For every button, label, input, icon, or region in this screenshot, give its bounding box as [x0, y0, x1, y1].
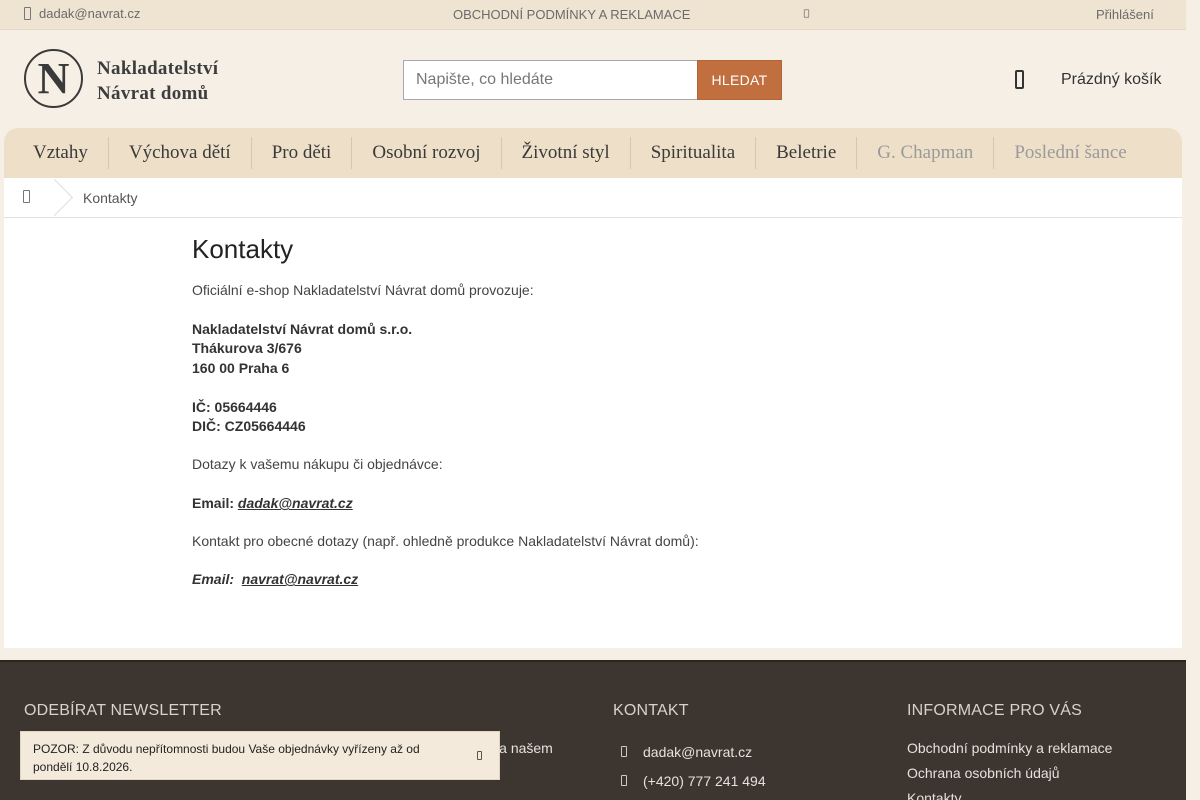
footer-link-contacts[interactable]: Kontakty [907, 790, 961, 800]
main-nav: Vztahy Výchova dětí Pro děti Osobní rozv… [4, 128, 1182, 178]
nav-item-zivotni-styl[interactable]: Životní styl [500, 137, 630, 169]
close-icon[interactable] [477, 751, 482, 760]
newsletter-title: ODEBÍRAT NEWSLETTER [24, 702, 222, 719]
intro-text: Oficiální e-shop Nakladatelství Návrat d… [192, 282, 534, 298]
search-form: HLEDAT [403, 60, 782, 100]
chevron-down-icon[interactable] [803, 9, 810, 18]
cart[interactable]: Prázdný košík [1015, 70, 1161, 89]
phone-icon [621, 775, 627, 786]
main-content: Kontakty Oficiální e-shop Nakladatelství… [4, 218, 1182, 648]
email-label: Email: [192, 495, 235, 511]
order-email-row: Email: dadak@navrat.cz [192, 495, 353, 511]
cart-label: Prázdný košík [1061, 71, 1162, 88]
footer-link-privacy[interactable]: Ochrana osobních údajů [907, 765, 1060, 781]
footer-link-terms[interactable]: Obchodní podmínky a reklamace [907, 740, 1112, 756]
company-street: Thákurova 3/676 [192, 340, 302, 356]
logo-text[interactable]: Nakladatelství Návrat domů [97, 56, 218, 106]
info-title: INFORMACE PRO VÁS [907, 702, 1082, 719]
company-name: Nakladatelství Návrat domů s.r.o. [192, 321, 413, 337]
company-dic: DIČ: CZ05664446 [192, 418, 306, 434]
topbar-terms-link[interactable]: OBCHODNÍ PODMÍNKY A REKLAMACE [453, 7, 690, 22]
search-button[interactable]: HLEDAT [697, 60, 782, 100]
company-city: 160 00 Praha 6 [192, 360, 290, 376]
topbar-email: dadak@navrat.cz [39, 6, 141, 21]
nav-item-g-chapman[interactable]: G. Chapman [856, 137, 993, 169]
notice-banner: POZOR: Z důvodu nepřítomnosti budou Vaše… [20, 731, 500, 780]
topbar-email-link[interactable]: dadak@navrat.cz [24, 6, 140, 21]
company-ic: IČ: 05664446 [192, 399, 277, 415]
logo[interactable]: N [24, 49, 83, 108]
mail-icon [621, 746, 627, 757]
general-email-row: Email: navrat@navrat.cz [192, 571, 358, 587]
breadcrumb: Kontakty [4, 178, 1182, 218]
logo-line-2: Návrat domů [97, 83, 209, 104]
notice-text: POZOR: Z důvodu nepřítomnosti budou Vaše… [33, 742, 420, 774]
general-contact-text: Kontakt pro obecné dotazy (např. ohledně… [192, 533, 699, 549]
nav-item-spiritualita[interactable]: Spiritualita [629, 137, 755, 169]
nav-item-posledni-sance[interactable]: Poslední šance [993, 137, 1146, 169]
footer-email-link[interactable]: dadak@navrat.cz [643, 744, 752, 760]
nav-item-vztahy[interactable]: Vztahy [13, 137, 108, 169]
logo-line-1: Nakladatelství [97, 58, 219, 79]
search-input[interactable] [403, 60, 697, 100]
top-bar: dadak@navrat.cz OBCHODNÍ PODMÍNKY A REKL… [0, 0, 1186, 30]
home-icon[interactable] [23, 190, 30, 203]
mail-icon [24, 7, 31, 20]
contact-title: KONTAKT [613, 702, 689, 719]
cart-icon [1015, 70, 1024, 89]
breadcrumb-current: Kontakty [83, 190, 138, 206]
order-email-link[interactable]: dadak@navrat.cz [238, 495, 353, 511]
nav-item-vychova-deti[interactable]: Výchova dětí [107, 137, 251, 169]
breadcrumb-separator [54, 178, 78, 218]
questions-text: Dotazy k vašemu nákupu či objednávce: [192, 456, 443, 472]
footer-phone-link[interactable]: (+420) 777 241 494 [643, 773, 766, 789]
email-label-2: Email: [192, 571, 235, 587]
nav-item-beletrie[interactable]: Beletrie [755, 137, 856, 169]
general-email-link[interactable]: navrat@navrat.cz [242, 571, 358, 587]
nav-item-osobni-rozvoj[interactable]: Osobní rozvoj [351, 137, 500, 169]
page-title: Kontakty [192, 234, 294, 264]
nav-item-pro-deti[interactable]: Pro děti [250, 137, 352, 169]
login-link[interactable]: Přihlášení [1096, 7, 1154, 22]
logo-letter: N [37, 53, 70, 103]
